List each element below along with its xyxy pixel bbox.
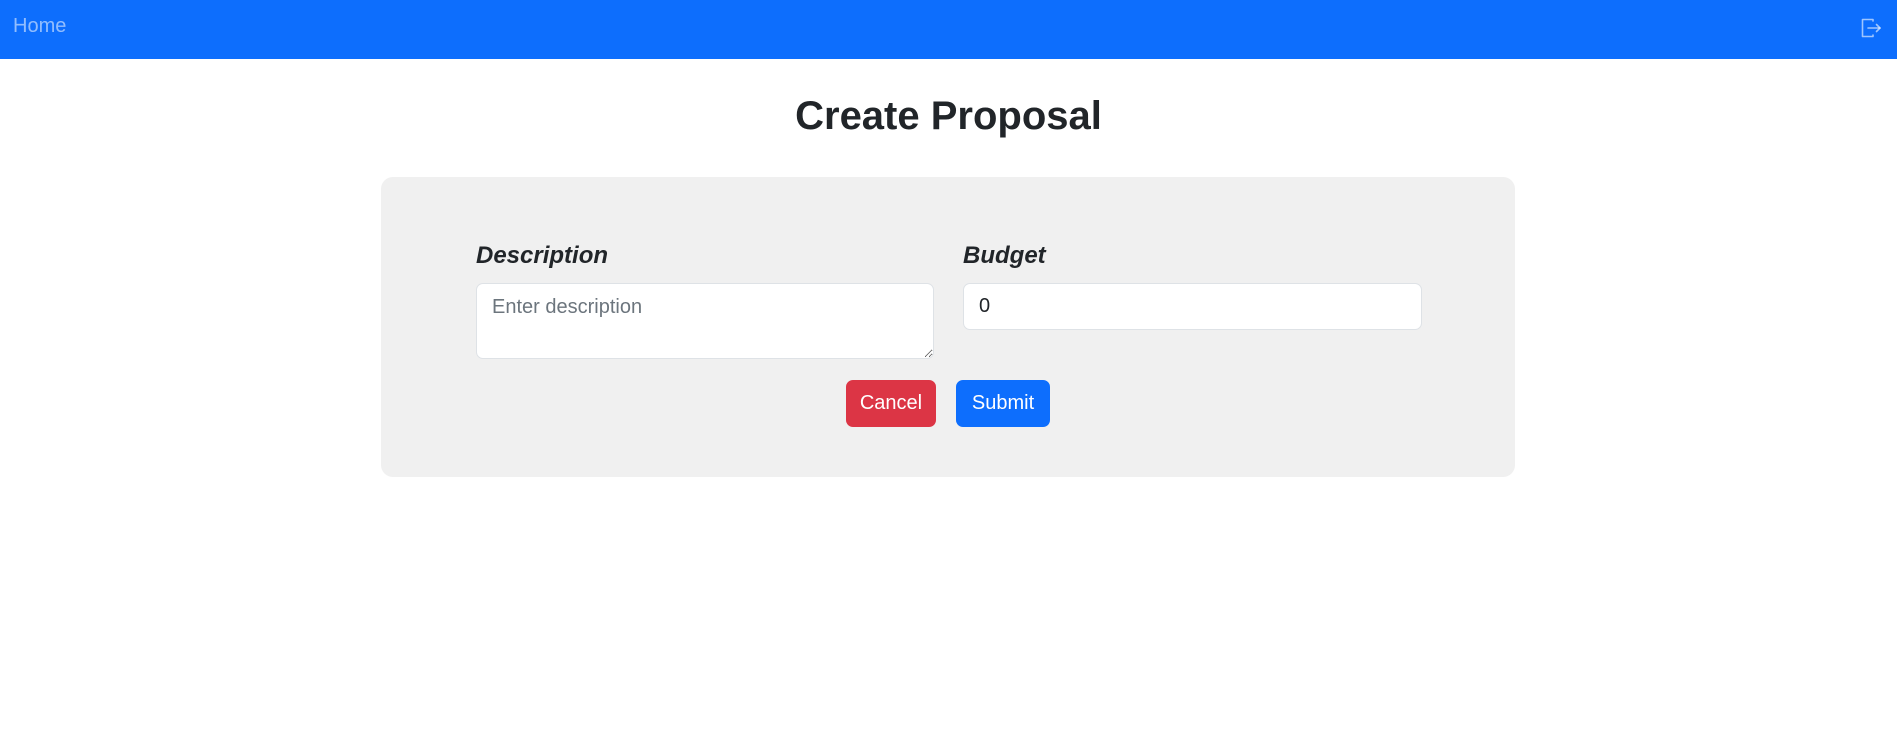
budget-input[interactable] [963,283,1422,330]
page-title: Create Proposal [795,94,1102,138]
cancel-button[interactable]: Cancel [846,380,936,427]
submit-button[interactable]: Submit [956,380,1050,427]
top-navbar: Home [0,0,1897,59]
proposal-form-card: Description Budget Cancel Submit [381,177,1515,477]
description-textarea[interactable] [476,283,934,359]
nav-home-link[interactable]: Home [13,14,66,38]
description-label: Description [476,242,609,269]
logout-icon[interactable] [1859,16,1883,40]
budget-label: Budget [963,242,1046,269]
